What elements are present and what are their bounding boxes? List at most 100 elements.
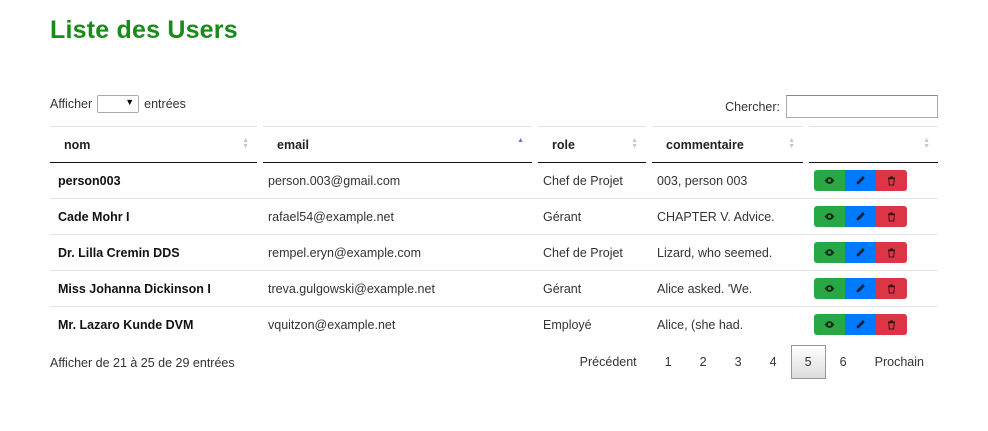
eye-icon xyxy=(824,177,835,184)
entries-length-control: Afficher ▼ entrées xyxy=(50,95,186,113)
cell-actions xyxy=(806,306,938,343)
table-header-row: nom ▲ ▼ email ▲ ▼ role ▲ ▼ commentaire ▲ ▼ ▲… xyxy=(50,126,938,163)
cell-commentaire: CHAPTER V. Advice. xyxy=(649,198,806,235)
cell-nom: Miss Johanna Dickinson I xyxy=(50,270,260,307)
page-button-3[interactable]: 3 xyxy=(721,345,756,379)
cell-commentaire: Lizard, who seemed. xyxy=(649,234,806,271)
pagination: Précédent 1 2 3 4 5 6 Prochain xyxy=(566,345,938,379)
length-label-before: Afficher xyxy=(50,97,93,111)
trash-icon xyxy=(888,320,895,330)
row-actions xyxy=(814,278,938,299)
pencil-icon xyxy=(856,248,865,257)
view-button[interactable] xyxy=(814,206,845,227)
eye-icon xyxy=(824,213,835,220)
previous-page-button[interactable]: Précédent xyxy=(566,345,651,379)
column-header-label: email xyxy=(277,137,309,152)
page-button-2[interactable]: 2 xyxy=(686,345,721,379)
cell-commentaire: Alice, (she had. xyxy=(649,306,806,343)
table-row: Miss Johanna Dickinson I treva.gulgowski… xyxy=(50,270,938,307)
page-button-1[interactable]: 1 xyxy=(651,345,686,379)
column-header-email[interactable]: email ▲ ▼ xyxy=(257,126,535,163)
eye-icon xyxy=(824,321,835,329)
search-control: Chercher: xyxy=(725,95,938,118)
cell-nom: Cade Mohr I xyxy=(50,198,260,235)
sort-asc-icon: ▲ ▼ xyxy=(517,137,524,150)
next-page-button[interactable]: Prochain xyxy=(861,345,938,379)
edit-button[interactable] xyxy=(845,170,876,191)
edit-button[interactable] xyxy=(845,242,876,263)
cell-role: Gérant xyxy=(535,198,649,235)
row-actions xyxy=(814,206,938,227)
table-row: Mr. Lazaro Kunde DVM vquitzon@example.ne… xyxy=(50,306,938,343)
delete-button[interactable] xyxy=(876,170,907,191)
page-button-6[interactable]: 6 xyxy=(826,345,861,379)
table-row: Dr. Lilla Cremin DDS rempel.eryn@example… xyxy=(50,234,938,271)
cell-email: treva.gulgowski@example.net xyxy=(260,270,535,307)
page-title: Liste des Users xyxy=(50,16,238,44)
delete-button[interactable] xyxy=(876,242,907,263)
page-button-4[interactable]: 4 xyxy=(756,345,791,379)
row-actions xyxy=(814,170,938,191)
pencil-icon xyxy=(856,320,865,329)
view-button[interactable] xyxy=(814,278,845,299)
cell-nom: Dr. Lilla Cremin DDS xyxy=(50,234,260,271)
trash-icon xyxy=(888,284,895,294)
sort-icon: ▲ ▼ xyxy=(923,137,930,150)
delete-button[interactable] xyxy=(876,206,907,227)
cell-email: rempel.eryn@example.com xyxy=(260,234,535,271)
search-input[interactable] xyxy=(786,95,938,118)
trash-icon xyxy=(888,212,895,222)
column-header-actions[interactable]: ▲ ▼ xyxy=(803,126,938,163)
cell-role: Employé xyxy=(535,306,649,343)
edit-button[interactable] xyxy=(845,278,876,299)
pencil-icon xyxy=(856,212,865,221)
cell-email: vquitzon@example.net xyxy=(260,306,535,343)
cell-nom: person003 xyxy=(58,173,121,188)
column-header-label: role xyxy=(552,137,575,152)
row-actions xyxy=(814,242,938,263)
length-label-after: entrées xyxy=(144,97,186,111)
cell-commentaire: 003, person 003 xyxy=(657,173,748,188)
view-button[interactable] xyxy=(814,170,845,191)
pencil-icon xyxy=(856,284,865,293)
cell-email: person.003@gmail.com xyxy=(268,173,401,188)
entries-per-page-select[interactable]: ▼ xyxy=(97,95,140,113)
cell-actions xyxy=(806,198,938,235)
trash-icon xyxy=(888,176,895,186)
cell-commentaire: Alice asked. 'We. xyxy=(649,270,806,307)
users-table: nom ▲ ▼ email ▲ ▼ role ▲ ▼ commentaire ▲ ▼ ▲… xyxy=(50,126,938,343)
delete-button[interactable] xyxy=(876,314,907,336)
view-button[interactable] xyxy=(814,242,845,263)
column-header-label: commentaire xyxy=(666,137,744,152)
cell-role: Chef de Projet xyxy=(535,234,649,271)
cell-nom: Mr. Lazaro Kunde DVM xyxy=(50,306,260,343)
view-button[interactable] xyxy=(814,314,845,336)
search-label: Chercher: xyxy=(725,99,780,114)
sort-icon: ▲ ▼ xyxy=(631,137,638,150)
cell-role: Chef de Projet xyxy=(543,173,623,188)
column-header-commentaire[interactable]: commentaire ▲ ▼ xyxy=(646,126,806,163)
trash-icon xyxy=(888,248,895,258)
cell-actions xyxy=(806,234,938,271)
cell-email: rafael54@example.net xyxy=(260,198,535,235)
table-info: Afficher de 21 à 25 de 29 entrées xyxy=(50,356,235,370)
cell-actions xyxy=(806,163,938,199)
pencil-icon xyxy=(856,176,865,185)
cell-actions xyxy=(806,270,938,307)
column-header-nom[interactable]: nom ▲ ▼ xyxy=(50,126,260,163)
caret-down-icon: ▼ xyxy=(125,97,135,107)
table-row: person003 person.003@gmail.com Chef de P… xyxy=(50,163,938,199)
sort-icon: ▲ ▼ xyxy=(242,137,249,150)
delete-button[interactable] xyxy=(876,278,907,299)
sort-icon: ▲ ▼ xyxy=(788,137,795,150)
edit-button[interactable] xyxy=(845,206,876,227)
row-actions xyxy=(814,314,938,336)
column-header-label: nom xyxy=(64,137,91,152)
column-header-role[interactable]: role ▲ ▼ xyxy=(532,126,649,163)
eye-icon xyxy=(824,249,835,256)
table-row: Cade Mohr I rafael54@example.net Gérant … xyxy=(50,198,938,235)
eye-icon xyxy=(824,285,835,292)
page-button-5-current[interactable]: 5 xyxy=(790,345,826,379)
cell-role: Gérant xyxy=(535,270,649,307)
edit-button[interactable] xyxy=(845,314,876,336)
